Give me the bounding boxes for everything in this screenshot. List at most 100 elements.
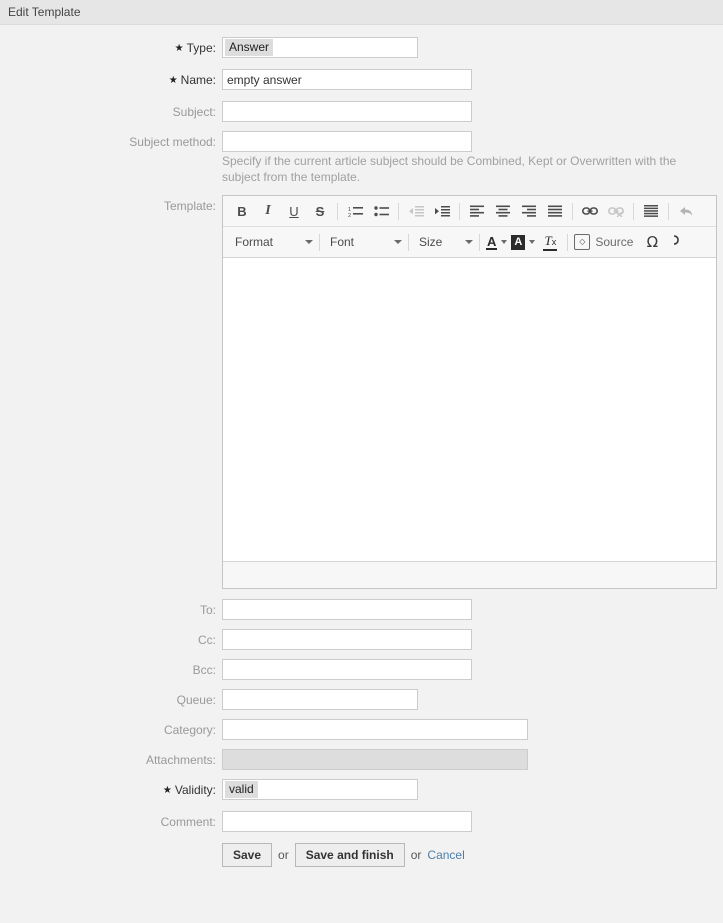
- label-name-text: Name:: [180, 73, 216, 87]
- or-separator-2: or: [410, 848, 422, 862]
- unlink-icon: [605, 200, 627, 222]
- label-to-text: To:: [199, 603, 216, 617]
- font-dropdown-label: Font: [330, 235, 355, 249]
- align-left-icon[interactable]: [466, 200, 488, 222]
- label-queue-text: Queue:: [176, 693, 216, 707]
- label-type-text: Type:: [186, 41, 216, 55]
- label-subject-method: Subject method:: [0, 131, 222, 153]
- undo-icon[interactable]: [675, 200, 697, 222]
- increase-indent-icon[interactable]: [431, 200, 453, 222]
- text-color-button[interactable]: A: [486, 231, 508, 253]
- type-selected-option: Answer: [225, 39, 274, 56]
- required-marker-validity: ★: [162, 785, 172, 796]
- strikethrough-icon[interactable]: S: [309, 200, 331, 222]
- field-cell-to: [222, 599, 723, 620]
- source-button-label: Source: [595, 235, 634, 249]
- toolbar-separator: [459, 202, 460, 220]
- label-category-text: Category:: [163, 723, 216, 737]
- form-row-comment: Comment:: [0, 811, 723, 833]
- label-subject: Subject:: [0, 101, 222, 123]
- remove-format-letter: T: [544, 232, 552, 248]
- bulleted-list-icon[interactable]: [370, 200, 392, 222]
- underline-icon[interactable]: U: [283, 200, 305, 222]
- background-color-button[interactable]: A: [511, 231, 536, 253]
- cancel-link[interactable]: Cancel: [427, 848, 464, 862]
- special-character-icon[interactable]: Ω: [641, 231, 663, 253]
- comment-input[interactable]: [222, 811, 472, 832]
- subject-input[interactable]: [222, 101, 472, 122]
- to-input[interactable]: [222, 599, 472, 620]
- chevron-down-icon: [501, 240, 508, 244]
- type-select[interactable]: Answer: [222, 37, 418, 58]
- required-marker-type: ★: [174, 43, 184, 54]
- field-cell-comment: [222, 811, 723, 832]
- cut-off-toolbar-icon[interactable]: [667, 231, 689, 253]
- validity-selected-option: valid: [225, 781, 258, 798]
- field-cell-validity: valid: [222, 779, 723, 800]
- form-row-cc: Cc:: [0, 629, 723, 651]
- form-row-template: Template: B I U S 12 Format Font Size A …: [0, 195, 723, 589]
- cc-input[interactable]: [222, 629, 472, 650]
- save-and-finish-button[interactable]: Save and finish: [294, 843, 405, 867]
- size-dropdown-label: Size: [419, 235, 443, 249]
- svg-text:2: 2: [348, 213, 351, 218]
- toolbar-separator: [408, 233, 409, 251]
- numbered-list-icon[interactable]: 12: [344, 200, 366, 222]
- align-right-icon[interactable]: [518, 200, 540, 222]
- toolbar-separator: [633, 202, 634, 220]
- bcc-input[interactable]: [222, 659, 472, 680]
- label-validity: ★ Validity:: [0, 779, 222, 803]
- required-marker-name: ★: [168, 75, 178, 86]
- name-input[interactable]: [222, 69, 472, 90]
- category-input[interactable]: [222, 719, 528, 740]
- omega-glyph: Ω: [646, 233, 659, 251]
- format-dropdown[interactable]: Format: [229, 231, 315, 253]
- toolbar-separator: [567, 233, 569, 251]
- label-comment-text: Comment:: [160, 815, 216, 829]
- toolbar-separator: [337, 202, 338, 220]
- label-comment: Comment:: [0, 811, 222, 833]
- toolbar-separator: [572, 202, 573, 220]
- link-icon[interactable]: [579, 200, 601, 222]
- field-cell-bcc: [222, 659, 723, 680]
- label-type: ★ Type:: [0, 37, 222, 61]
- form-row-actions: Save or Save and finish or Cancel: [0, 841, 723, 867]
- italic-icon[interactable]: I: [257, 200, 279, 222]
- field-cell-type: Answer: [222, 37, 723, 58]
- validity-select[interactable]: valid: [222, 779, 418, 800]
- subject-method-input[interactable]: [222, 131, 472, 152]
- label-template-text: Template:: [163, 199, 216, 213]
- size-dropdown[interactable]: Size: [413, 231, 475, 253]
- toolbar-separator: [668, 202, 669, 220]
- remove-format-subscript: x: [551, 236, 557, 247]
- label-attachments-text: Attachments:: [145, 753, 216, 767]
- editor-content-area[interactable]: [223, 258, 716, 561]
- toolbar-separator: [479, 233, 480, 251]
- field-cell-actions: Save or Save and finish or Cancel: [222, 841, 723, 867]
- form-row-name: ★ Name:: [0, 69, 723, 93]
- chevron-down-icon: [394, 240, 402, 244]
- queue-input[interactable]: [222, 689, 418, 710]
- source-button[interactable]: ◇ Source: [574, 231, 633, 253]
- or-separator-1: or: [278, 848, 289, 862]
- align-justify-icon[interactable]: [544, 200, 566, 222]
- save-button[interactable]: Save: [222, 843, 273, 867]
- align-center-icon[interactable]: [492, 200, 514, 222]
- action-buttons: Save or Save and finish or Cancel: [222, 843, 723, 867]
- field-cell-cc: [222, 629, 723, 650]
- field-cell-subject-method: Specify if the current article subject s…: [222, 131, 723, 185]
- label-attachments: Attachments:: [0, 749, 222, 771]
- field-cell-attachments: [222, 749, 723, 770]
- blockquote-icon[interactable]: [640, 200, 662, 222]
- decrease-indent-icon: [405, 200, 427, 222]
- field-cell-template: B I U S 12 Format Font Size A A Tx ◇ Sou…: [222, 195, 723, 589]
- rich-text-editor: B I U S 12 Format Font Size A A Tx ◇ Sou…: [222, 195, 717, 589]
- editor-toolbar-row-1: B I U S 12: [223, 196, 716, 227]
- label-cc-text: Cc:: [198, 633, 216, 647]
- window-title: Edit Template: [8, 5, 81, 19]
- bold-icon[interactable]: B: [231, 200, 253, 222]
- label-template: Template:: [0, 195, 222, 217]
- remove-format-icon[interactable]: Tx: [539, 231, 561, 253]
- font-dropdown[interactable]: Font: [324, 231, 404, 253]
- editor-status-bar: [223, 561, 716, 588]
